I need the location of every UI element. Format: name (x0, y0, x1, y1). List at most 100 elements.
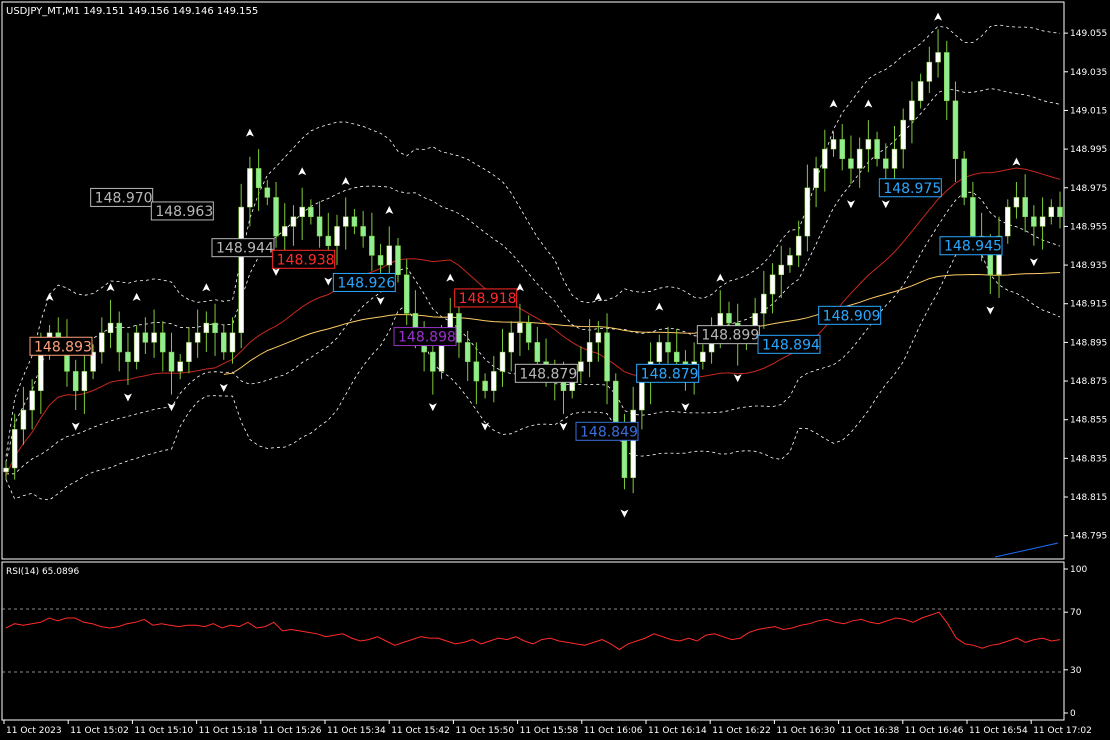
candle-bear (221, 332, 227, 353)
candle-bear (125, 351, 131, 362)
candle-bull (290, 216, 297, 227)
candle-bear (72, 371, 79, 391)
candle-bull (186, 342, 192, 362)
candle-bear (726, 313, 732, 324)
candle-bull (517, 322, 523, 333)
candle-bull (935, 52, 941, 63)
candle-bear (212, 322, 218, 333)
candle-bear (464, 342, 471, 362)
trading-chart[interactable]: 148.893148.970148.963148.944148.938148.9… (0, 0, 1110, 740)
candle-bear (456, 313, 462, 343)
candle-bull (822, 148, 828, 169)
candle-bear (168, 351, 175, 372)
candle-bull (909, 100, 915, 121)
time-tick-label: 11 Oct 2023 (6, 726, 62, 736)
candle-bull (1004, 206, 1011, 237)
candle-bull (238, 206, 244, 333)
time-tick-label: 11 Oct 16:14 (648, 726, 707, 736)
candle-bull (769, 274, 776, 295)
candle-bull (11, 429, 18, 469)
price-label: 148.909 (823, 308, 881, 324)
time-tick-label: 11 Oct 16:54 (969, 726, 1028, 736)
price-tick-label: 149.035 (1070, 68, 1107, 78)
candle-bear (525, 322, 532, 343)
candle-bull (891, 148, 898, 169)
candle-bear (308, 206, 314, 217)
candle-bull (499, 351, 506, 372)
candle-bear (430, 351, 436, 372)
candle-bull (787, 255, 793, 266)
candle-bear (325, 235, 332, 246)
price-tick-label: 148.955 (1070, 222, 1107, 232)
time-tick-label: 11 Oct 16:38 (841, 726, 900, 736)
chart-title: USDJPY_MT,M1 149.151 149.156 149.146 149… (6, 6, 258, 17)
candle-bear (944, 52, 950, 102)
candle-bear (369, 235, 375, 256)
candle-bull (81, 371, 88, 391)
candle-bear (273, 197, 279, 237)
price-tick-label: 148.895 (1070, 338, 1107, 348)
price-tick-label: 149.015 (1070, 106, 1107, 116)
price-label: 148.894 (762, 337, 820, 353)
price-tick-label: 148.815 (1070, 493, 1107, 503)
candle-bull (830, 139, 837, 150)
candle-bull (630, 409, 636, 478)
candle-bull (334, 226, 340, 246)
rsi-title: RSI(14) 65.0896 (6, 567, 79, 577)
candle-bear (665, 342, 671, 353)
price-tick-label: 148.935 (1070, 261, 1107, 271)
candle-bear (673, 351, 680, 362)
candle-bull (778, 264, 785, 275)
price-tick-label: 148.915 (1070, 300, 1107, 310)
candle-bull (917, 81, 924, 102)
price-label: 148.849 (580, 424, 638, 440)
price-tick-label: 148.975 (1070, 184, 1107, 194)
candle-bull (281, 226, 288, 237)
price-tick-label: 148.855 (1070, 416, 1107, 426)
candle-bear (1057, 206, 1063, 217)
time-tick-label: 11 Oct 15:58 (520, 726, 579, 736)
candle-bear (395, 245, 401, 275)
candle-bull (29, 390, 35, 411)
price-label: 148.898 (398, 330, 456, 346)
time-tick-label: 11 Oct 15:34 (327, 726, 386, 736)
price-label: 148.944 (216, 241, 274, 257)
price-label: 148.938 (277, 252, 335, 268)
time-tick-label: 11 Oct 16:06 (584, 726, 643, 736)
candle-bull (595, 332, 602, 343)
time-tick-label: 11 Oct 15:50 (455, 726, 514, 736)
candle-bull (865, 139, 872, 150)
price-label: 148.970 (95, 190, 153, 206)
candle-bear (874, 139, 880, 160)
time-tick-label: 11 Oct 17:02 (1033, 726, 1092, 736)
rsi-tick-label: 0 (1070, 709, 1076, 719)
candle-bear (839, 139, 845, 160)
candle-bull (1048, 206, 1055, 217)
candle-bull (1013, 197, 1020, 208)
candle-bull (299, 206, 305, 217)
candle-bull (900, 119, 906, 150)
time-tick-label: 11 Oct 16:30 (776, 726, 835, 736)
candle-bear (351, 216, 358, 227)
candle-bear (1022, 197, 1028, 217)
time-tick-label: 11 Oct 15:26 (263, 726, 322, 736)
candle-bear (403, 274, 410, 314)
time-tick-label: 11 Oct 15:10 (134, 726, 193, 736)
candle-bull (856, 148, 863, 169)
candle-bull (1039, 216, 1046, 227)
candle-bull (508, 332, 514, 353)
price-label: 148.926 (337, 275, 395, 291)
price-label: 148.899 (701, 328, 759, 344)
candle-bear (961, 158, 967, 198)
candle-bear (360, 226, 366, 237)
price-tick-label: 148.995 (1070, 145, 1107, 155)
price-label: 148.879 (519, 366, 577, 382)
candle-bull (247, 168, 253, 208)
rsi-tick-label: 30 (1070, 666, 1082, 676)
price-tick-label: 148.835 (1070, 454, 1107, 464)
candle-bull (813, 168, 819, 189)
candle-bull (386, 245, 393, 266)
price-label: 148.918 (459, 291, 517, 307)
candle-bull (177, 361, 183, 372)
candle-bull (700, 351, 706, 362)
